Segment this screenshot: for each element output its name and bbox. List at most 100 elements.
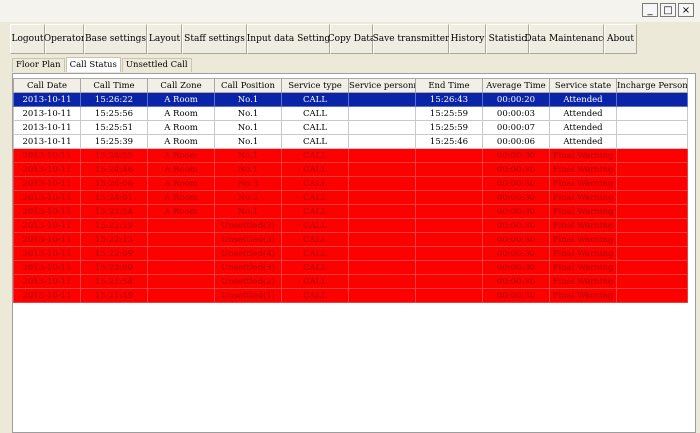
table-cell: Final Warning xyxy=(549,190,617,205)
table-cell: A Room xyxy=(147,106,215,121)
table-cell xyxy=(348,162,416,177)
table-cell: CALL xyxy=(281,120,349,135)
statistic-button[interactable]: Statistic xyxy=(486,24,529,54)
table-cell: Final Warning xyxy=(549,232,617,247)
column-header[interactable]: Incharge Person xyxy=(616,78,688,93)
column-header[interactable]: Call Zone xyxy=(147,78,215,93)
table-row[interactable]: 2013-10-11 15:22:19 Unsettled(2) CALL 00:00:… xyxy=(13,218,688,233)
about-button[interactable]: About xyxy=(604,24,637,54)
table-cell: 15:26:22 xyxy=(80,92,148,107)
table-row[interactable]: 2013-10-11 15:25:56 A Room No.1 CALL 15:25:59… xyxy=(13,106,688,121)
table-cell: CALL xyxy=(281,218,349,233)
tab-floor-plan[interactable]: Floor Plan xyxy=(12,58,65,72)
table-header-row: Call Date Call Time Call Zone Call Position… xyxy=(13,78,688,93)
table-row[interactable]: 2013-10-11 15:25:51 A Room No.1 CALL 15:25:59… xyxy=(13,120,688,135)
table-cell xyxy=(415,218,483,233)
logout-button[interactable]: Logout xyxy=(10,24,45,54)
minimize-button[interactable]: _ xyxy=(642,3,658,17)
table-cell xyxy=(348,92,416,107)
column-header[interactable]: Service type xyxy=(281,78,349,93)
table-row[interactable]: 2013-10-11 15:22:13 Unsettled(3) CALL 00:00:… xyxy=(13,232,688,247)
table-cell: 00:00:30 xyxy=(482,176,550,191)
table-cell: 15:21:49 xyxy=(80,288,148,303)
table-cell: 15:22:00 xyxy=(80,260,148,275)
table-cell: 2013-10-11 xyxy=(13,120,81,135)
table-cell: 15:24:55 xyxy=(80,148,148,163)
table-row[interactable]: 2013-10-11 15:24:46 A Room No.1 CALL 00:00:30… xyxy=(13,162,688,177)
table-row[interactable]: 2013-10-11 15:21:54 Unsettled(2) CALL 00:00:… xyxy=(13,274,688,289)
column-header[interactable]: Service personnel xyxy=(348,78,416,93)
table-cell: Unsettled(3) xyxy=(214,260,282,275)
history-button[interactable]: History xyxy=(449,24,486,54)
table-cell: 00:00:06 xyxy=(482,134,550,149)
table-cell: Final Warning xyxy=(549,260,617,275)
close-button[interactable]: × xyxy=(678,3,694,17)
column-header[interactable]: Service state xyxy=(549,78,617,93)
table-cell xyxy=(415,232,483,247)
table-cell: CALL xyxy=(281,190,349,205)
table-cell: 15:25:59 xyxy=(415,106,483,121)
table-row[interactable]: 2013-10-11 15:24:01 A Room No.2 CALL 00:00:30… xyxy=(13,190,688,205)
table-cell: 15:22:13 xyxy=(80,232,148,247)
column-header[interactable]: Call Position xyxy=(214,78,282,93)
operator-button[interactable]: Operator xyxy=(44,24,85,54)
table-row[interactable]: 2013-10-11 15:26:22 A Room No.1 CALL 15:26:43… xyxy=(13,92,688,107)
table-cell: CALL xyxy=(281,246,349,261)
table-cell: CALL xyxy=(281,106,349,121)
table-cell: A Room xyxy=(147,92,215,107)
table-cell xyxy=(147,218,215,233)
table-cell: CALL xyxy=(281,162,349,177)
column-header[interactable]: End Time xyxy=(415,78,483,93)
table-cell xyxy=(348,232,416,247)
table-cell xyxy=(616,288,688,303)
column-header[interactable]: Call Date xyxy=(13,78,81,93)
table-row[interactable]: 2013-10-11 15:22:00 Unsettled(3) CALL 00:00:… xyxy=(13,260,688,275)
table-cell xyxy=(415,288,483,303)
column-header[interactable]: Call Time xyxy=(80,78,148,93)
table-cell: 15:24:01 xyxy=(80,190,148,205)
table-cell xyxy=(616,134,688,149)
table-cell: No.1 xyxy=(214,92,282,107)
staff-settings-button[interactable]: Staff settings xyxy=(182,24,247,54)
base-settings-button[interactable]: Base settings xyxy=(84,24,147,54)
table-cell: Final Warning xyxy=(549,246,617,261)
table-cell: No.2 xyxy=(214,190,282,205)
table-cell: 2013-10-11 xyxy=(13,218,81,233)
layout-button[interactable]: Layout xyxy=(147,24,182,54)
table-cell: 2013-10-11 xyxy=(13,162,81,177)
table-cell: 2013-10-11 xyxy=(13,148,81,163)
table-cell: Final Warning xyxy=(549,274,617,289)
table-cell: Unsettled(1) xyxy=(214,288,282,303)
table-cell xyxy=(147,246,215,261)
table-row[interactable]: 2013-10-11 15:22:09 Unsettled(4) CALL 00:00:… xyxy=(13,246,688,261)
data-maintenance-button[interactable]: Data Maintenance xyxy=(525,24,608,54)
call-status-panel: Call Date Call Time Call Zone Call Position… xyxy=(12,73,696,433)
table-cell: Final Warning xyxy=(549,148,617,163)
table-cell: 00:00:30 xyxy=(482,190,550,205)
table-row[interactable]: 2013-10-11 15:24:55 A Room No.1 CALL 00:00:30… xyxy=(13,148,688,163)
table-cell: 15:25:39 xyxy=(80,134,148,149)
table-row[interactable]: 2013-10-11 15:23:54 A Room No.1 CALL 00:00:30… xyxy=(13,204,688,219)
table-cell xyxy=(616,106,688,121)
table-cell: 15:25:51 xyxy=(80,120,148,135)
table-row[interactable]: 2013-10-11 15:24:06 A Room No.3 CALL 00:00:30… xyxy=(13,176,688,191)
table-cell: A Room xyxy=(147,176,215,191)
table-cell xyxy=(616,232,688,247)
table-row[interactable]: 2013-10-11 15:21:49 Unsettled(1) CALL 00:00:… xyxy=(13,288,688,303)
maximize-button[interactable]: □ xyxy=(660,3,676,17)
table-row[interactable]: 2013-10-11 15:25:39 A Room No.1 CALL 15:25:46… xyxy=(13,134,688,149)
tab-unsettled-call[interactable]: Unsettled Call xyxy=(121,58,192,72)
save-transmitter-button[interactable]: Save transmitter xyxy=(373,24,449,54)
table-cell: 2013-10-11 xyxy=(13,190,81,205)
table-cell xyxy=(147,274,215,289)
table-cell xyxy=(616,218,688,233)
tab-call-status[interactable]: Call Status xyxy=(65,57,121,72)
column-header[interactable]: Average Time xyxy=(482,78,550,93)
table-cell xyxy=(348,190,416,205)
table-cell: No.1 xyxy=(214,162,282,177)
table-cell: 15:24:46 xyxy=(80,162,148,177)
table-cell: A Room xyxy=(147,162,215,177)
copy-data-button[interactable]: Copy Data xyxy=(328,24,375,54)
input-data-setting-button[interactable]: Input data Setting xyxy=(247,24,330,54)
table-cell: 15:25:59 xyxy=(415,120,483,135)
